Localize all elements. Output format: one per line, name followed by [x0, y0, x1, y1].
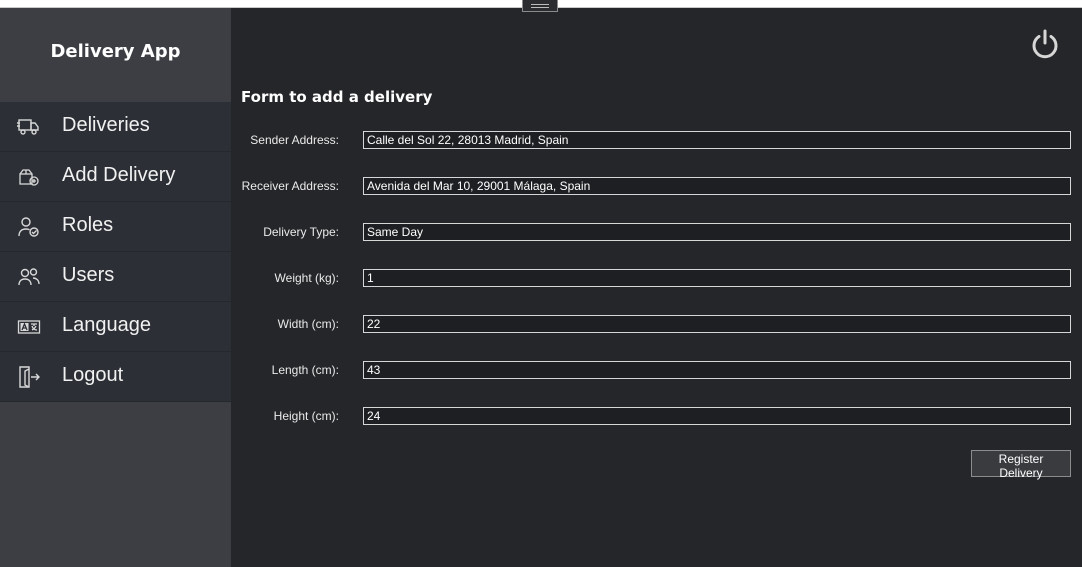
receiver-address-input[interactable]	[363, 177, 1071, 195]
logout-icon	[17, 365, 41, 389]
drag-handle[interactable]	[522, 0, 558, 12]
add-package-icon	[17, 165, 41, 189]
sender-address-input[interactable]	[363, 131, 1071, 149]
form-title: Form to add a delivery	[241, 88, 433, 106]
width-label: Width (cm):	[277, 317, 339, 331]
register-delivery-button[interactable]: Register Delivery	[971, 450, 1071, 480]
delivery-type-input[interactable]	[363, 223, 1071, 241]
weight-input[interactable]	[363, 269, 1071, 287]
weight-label: Weight (kg):	[274, 271, 339, 285]
sidebar-item-label: Roles	[62, 214, 114, 236]
sidebar-item-label: Logout	[62, 364, 124, 386]
truck-icon	[17, 115, 41, 139]
sidebar-item-add-delivery[interactable]: Add Delivery	[0, 152, 231, 202]
height-input[interactable]	[363, 407, 1071, 425]
sidebar-item-logout[interactable]: Logout	[0, 352, 231, 402]
user-check-icon	[17, 215, 41, 239]
delivery-type-label: Delivery Type:	[263, 225, 339, 239]
sidebar-item-label: Users	[62, 264, 115, 286]
users-icon	[17, 265, 41, 289]
length-input[interactable]	[363, 361, 1071, 379]
height-label: Height (cm):	[273, 409, 339, 423]
power-icon[interactable]	[1029, 28, 1061, 60]
app-window: Delivery App Deliveries Add Delivery Rol…	[0, 0, 1082, 567]
length-label: Length (cm):	[271, 363, 339, 377]
sidebar-item-label: Add Delivery	[62, 164, 176, 186]
receiver-address-label: Receiver Address:	[241, 179, 339, 193]
width-input[interactable]	[363, 315, 1071, 333]
sidebar-nav: Deliveries Add Delivery Roles Users Lang…	[0, 102, 231, 402]
sidebar-item-label: Language	[62, 314, 151, 336]
sidebar: Delivery App Deliveries Add Delivery Rol…	[0, 8, 231, 567]
sidebar-item-label: Deliveries	[62, 114, 150, 136]
app-title: Delivery App	[50, 41, 181, 62]
language-icon	[17, 315, 41, 339]
sender-address-label: Sender Address:	[250, 133, 339, 147]
